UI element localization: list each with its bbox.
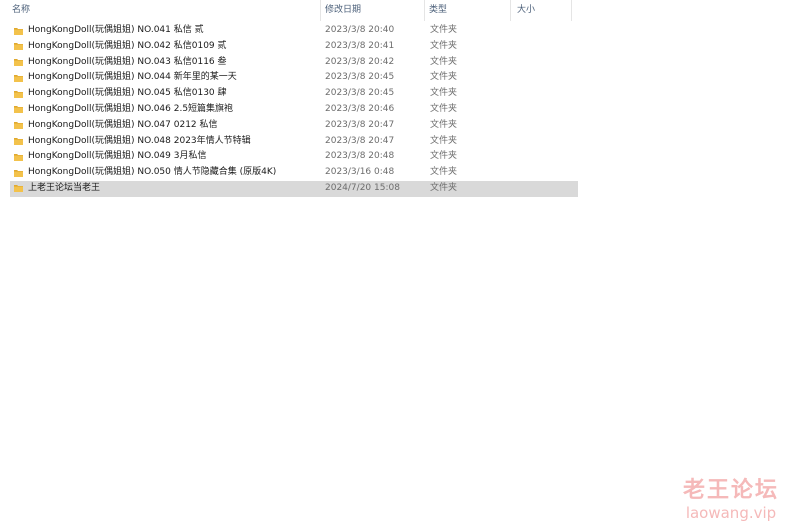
file-date-modified: 2023/3/8 20:46: [325, 103, 395, 114]
folder-icon: [14, 138, 23, 146]
file-type: 文件夹: [430, 151, 458, 162]
file-type: 文件夹: [430, 88, 458, 99]
list-item[interactable]: HongKongDoll(玩偶姐姐) NO.048 2023年情人节特辑 2023…: [10, 134, 578, 150]
file-date-modified: 2023/3/8 20:45: [325, 72, 395, 83]
file-name: HongKongDoll(玩偶姐姐) NO.043 私信0116 叁: [28, 56, 227, 67]
file-type: 文件夹: [430, 135, 458, 146]
column-header-size-label: 大小: [517, 5, 536, 15]
file-date-modified: 2023/3/8 20:40: [325, 25, 395, 35]
site-watermark: 老王论坛 laowang.vip: [676, 478, 786, 522]
file-name: HongKongDoll(玩偶姐姐) NO.044 新年里的某一天: [28, 72, 237, 83]
file-type: 文件夹: [430, 25, 458, 35]
file-type: 文件夹: [430, 40, 458, 51]
sort-ascending-icon: ^: [160, 0, 168, 4]
list-item[interactable]: HongKongDoll(玩偶姐姐) NO.049 3月私信 2023/3/8 2…: [10, 149, 578, 165]
file-name: HongKongDoll(玩偶姐姐) NO.045 私信0130 肆: [28, 88, 227, 99]
file-type: 文件夹: [430, 103, 458, 114]
column-header-date-modified[interactable]: 修改日期: [321, 0, 425, 21]
column-header-size[interactable]: 大小: [511, 0, 572, 21]
list-item[interactable]: 上老王论坛当老王 2024/7/20 15:08 文件夹: [10, 180, 578, 197]
file-date-modified: 2023/3/8 20:45: [325, 88, 395, 99]
file-date-modified: 2023/3/8 20:47: [325, 135, 395, 146]
column-header-name-label: 名称: [12, 5, 31, 15]
column-header-date-label: 修改日期: [325, 5, 362, 15]
watermark-text-en: laowang.vip: [685, 504, 777, 522]
folder-icon: [14, 43, 23, 51]
folder-icon: [14, 27, 23, 35]
column-header-name[interactable]: 名称 ^: [0, 0, 321, 21]
file-list: HongKongDoll(玩偶姐姐) NO.041 私信 贰 2023/3/8 2…: [0, 23, 578, 197]
column-header-bar: 名称 ^ 修改日期 类型 大小: [0, 0, 572, 21]
column-divider[interactable]: [571, 0, 572, 21]
file-date-modified: 2023/3/8 20:42: [325, 56, 395, 67]
file-name: HongKongDoll(玩偶姐姐) NO.042 私信0109 贰: [28, 40, 227, 51]
file-date-modified: 2024/7/20 15:08: [325, 182, 400, 193]
file-date-modified: 2023/3/16 0:48: [325, 167, 395, 178]
file-name: HongKongDoll(玩偶姐姐) NO.049 3月私信: [28, 151, 207, 162]
file-date-modified: 2023/3/8 20:41: [325, 40, 395, 51]
file-name: HongKongDoll(玩偶姐姐) NO.041 私信 贰: [28, 25, 204, 35]
file-name: HongKongDoll(玩偶姐姐) NO.048 2023年情人节特辑: [28, 135, 251, 146]
file-type: 文件夹: [430, 119, 458, 130]
file-type: 文件夹: [430, 167, 458, 178]
file-name: HongKongDoll(玩偶姐姐) NO.050 情人节隐藏合集 (原版4K): [28, 167, 277, 178]
list-item[interactable]: HongKongDoll(玩偶姐姐) NO.047 0212 私信 2023/3/…: [10, 118, 578, 134]
list-item[interactable]: HongKongDoll(玩偶姐姐) NO.042 私信0109 贰 2023/3…: [10, 39, 578, 55]
folder-icon: [14, 106, 23, 114]
watermark-text-cn: 老王论坛: [682, 478, 779, 503]
column-header-type-label: 类型: [429, 5, 448, 15]
list-item[interactable]: HongKongDoll(玩偶姐姐) NO.050 情人节隐藏合集 (原版4K)…: [10, 165, 578, 181]
file-type: 文件夹: [430, 182, 458, 193]
folder-icon: [14, 169, 23, 177]
file-name: 上老王论坛当老王: [28, 182, 101, 193]
file-explorer-window: 名称 ^ 修改日期 类型 大小 HongKongDoll(玩偶姐姐) NO.04…: [0, 0, 800, 528]
list-item[interactable]: HongKongDoll(玩偶姐姐) NO.043 私信0116 叁 2023/3…: [10, 55, 578, 71]
file-type: 文件夹: [430, 72, 458, 83]
file-date-modified: 2023/3/8 20:47: [325, 119, 395, 130]
file-name: HongKongDoll(玩偶姐姐) NO.046 2.5短篇集旗袍: [28, 103, 234, 114]
list-item[interactable]: HongKongDoll(玩偶姐姐) NO.045 私信0130 肆 2023/3…: [10, 86, 578, 102]
folder-icon: [14, 74, 23, 82]
folder-icon: [14, 90, 23, 98]
column-header-type[interactable]: 类型: [425, 0, 511, 21]
folder-icon: [14, 59, 23, 67]
folder-icon: [14, 122, 23, 130]
list-item[interactable]: HongKongDoll(玩偶姐姐) NO.044 新年里的某一天 2023/3/…: [10, 70, 578, 86]
list-item[interactable]: HongKongDoll(玩偶姐姐) NO.041 私信 贰 2023/3/8 2…: [10, 23, 578, 39]
folder-icon: [14, 153, 23, 161]
file-name: HongKongDoll(玩偶姐姐) NO.047 0212 私信: [28, 119, 218, 130]
file-type: 文件夹: [430, 56, 458, 67]
list-item[interactable]: HongKongDoll(玩偶姐姐) NO.046 2.5短篇集旗袍 2023/3…: [10, 102, 578, 118]
file-date-modified: 2023/3/8 20:48: [325, 151, 395, 162]
folder-icon: [14, 185, 23, 193]
